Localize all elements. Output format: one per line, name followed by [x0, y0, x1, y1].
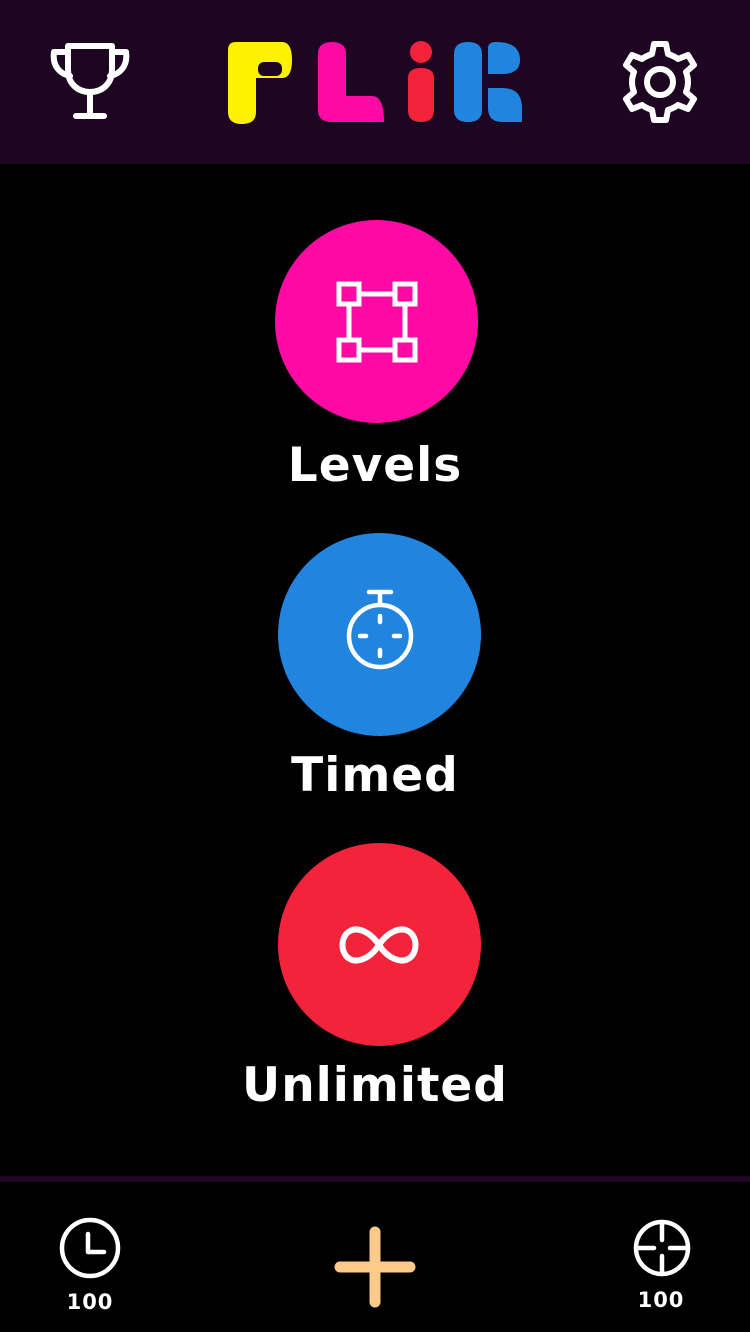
unlimited-mode-button[interactable] [278, 843, 481, 1046]
plus-icon[interactable] [334, 1226, 416, 1308]
clock-icon [59, 1217, 121, 1279]
header-bar [0, 0, 750, 164]
footer-bar: 100 100 [0, 1176, 750, 1332]
crosshair-icon [633, 1219, 691, 1277]
gear-icon[interactable] [616, 38, 704, 126]
timed-mode-button[interactable] [278, 533, 481, 736]
trophy-icon[interactable] [48, 40, 132, 120]
levels-label[interactable]: Levels [0, 436, 750, 496]
app-logo [226, 40, 524, 124]
time-value: 100 [66, 1290, 114, 1314]
target-stat[interactable]: 100 [601, 1216, 721, 1326]
levels-mode-button[interactable] [275, 220, 478, 423]
time-stat[interactable]: 100 [30, 1216, 150, 1326]
unlimited-label[interactable]: Unlimited [0, 1056, 750, 1116]
timed-label[interactable]: Timed [0, 746, 750, 806]
target-value: 100 [637, 1288, 685, 1312]
